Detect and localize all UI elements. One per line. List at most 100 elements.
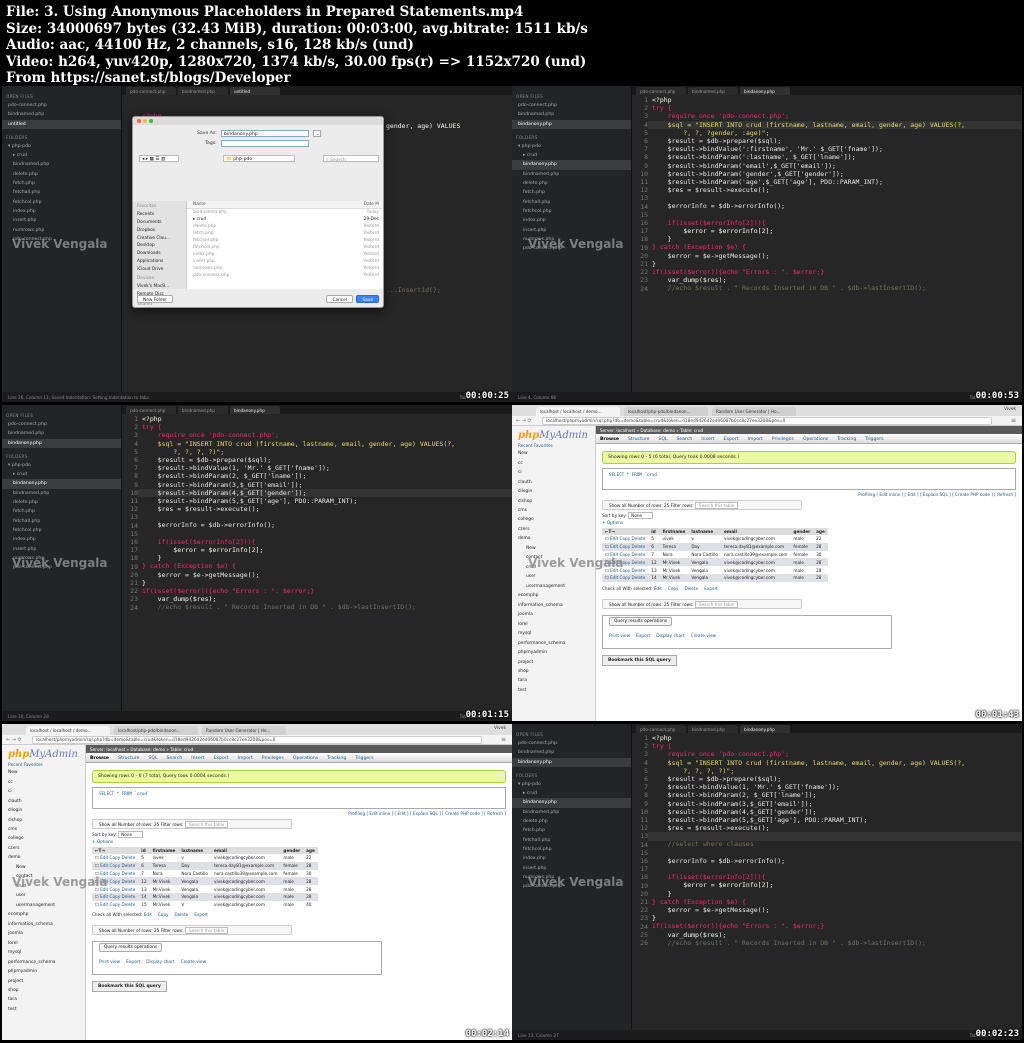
file-row[interactable]: delete.php Yesterd: [187, 223, 383, 230]
browser-tab[interactable]: localhost / localhost / demo...: [26, 726, 110, 735]
query-op[interactable]: Create view: [181, 960, 207, 965]
rows-select[interactable]: 25: [154, 928, 159, 933]
save-button[interactable]: Save: [356, 295, 379, 303]
folder-crud[interactable]: ▸ crud: [2, 470, 121, 479]
table-item[interactable]: user: [512, 572, 595, 581]
database-item[interactable]: clauth: [512, 477, 595, 486]
tree-file[interactable]: fetchcol.php: [2, 198, 121, 207]
tab-import[interactable]: Import: [238, 756, 253, 761]
edit-link[interactable]: Edit: [100, 894, 108, 899]
bulk-copy[interactable]: Copy: [158, 912, 169, 917]
tab-search[interactable]: Search: [677, 437, 693, 442]
tree-file[interactable]: index.php: [512, 216, 631, 225]
query-op[interactable]: Create view: [691, 634, 717, 639]
favorite-item[interactable]: Downloads: [133, 250, 186, 258]
tab-triggers[interactable]: Triggers: [865, 437, 883, 442]
profiling-links[interactable]: Profiling [ Edit inline ] [ Edit ] [ Exp…: [92, 811, 506, 816]
editor-tab[interactable]: pdo-connect.php: [636, 725, 686, 733]
database-item[interactable]: cllogin: [2, 806, 85, 815]
editor-tab[interactable]: pdo-connect.php: [636, 87, 686, 95]
edit-link[interactable]: Edit: [610, 536, 618, 541]
query-op[interactable]: Print view: [99, 960, 120, 965]
show-all-checkbox[interactable]: Show all: [99, 822, 117, 827]
show-all-checkbox[interactable]: Show all: [609, 503, 627, 508]
folder-crud[interactable]: ▸ crud: [2, 151, 121, 160]
copy-link[interactable]: Copy: [110, 902, 121, 907]
tree-file[interactable]: bindnamed.php: [2, 489, 121, 498]
bookmark-button[interactable]: Bookmark this SQL query: [602, 654, 677, 666]
folder-crud[interactable]: ▸ crud: [512, 151, 631, 160]
tab-insert[interactable]: Insert: [191, 756, 204, 761]
tree-file[interactable]: bindnamed.php: [2, 160, 121, 169]
tree-file[interactable]: insert.php: [2, 545, 121, 554]
table-row[interactable]: ☐ Edit Copy Delete 6 Teresa Day teresa.day81…: [602, 542, 828, 551]
file-row[interactable]: numrows.php Yesterd: [187, 265, 383, 272]
browser-tab[interactable]: Random User Generator | Ho...: [202, 726, 286, 735]
file-row[interactable]: pdo-connect.php Yesterd: [187, 272, 383, 279]
tab-export[interactable]: Export: [213, 756, 228, 761]
save-as-input[interactable]: bindanony.php: [221, 130, 309, 137]
tree-file[interactable]: index.php: [2, 535, 121, 544]
file-row[interactable]: fetch.php Yesterd: [187, 230, 383, 237]
favorites-tab[interactable]: Favorites: [24, 762, 43, 767]
delete-link[interactable]: Delete: [632, 536, 646, 541]
bulk-delete[interactable]: Delete: [174, 912, 188, 917]
favorite-item[interactable]: Dropbox: [133, 226, 186, 234]
database-item[interactable]: tara: [2, 995, 85, 1004]
options-link[interactable]: + Options: [602, 520, 1016, 525]
database-item[interactable]: project: [2, 976, 85, 985]
tree-file[interactable]: fetchall.php: [2, 517, 121, 526]
bulk-export[interactable]: Export: [194, 912, 208, 917]
tab-browse[interactable]: Browse: [600, 437, 619, 442]
database-item[interactable]: czers: [512, 525, 595, 534]
copy-link[interactable]: Copy: [110, 871, 121, 876]
copy-link[interactable]: Copy: [110, 894, 121, 899]
delete-link[interactable]: Delete: [122, 855, 136, 860]
table-row[interactable]: ☐ Edit Copy Delete 7 Nora Nora Castillo nora…: [602, 550, 828, 559]
recent-tab[interactable]: Recent: [8, 762, 22, 767]
table-row[interactable]: ☐ Edit Copy Delete 14 Mr.Vivek Vengala vivek…: [92, 892, 318, 901]
tree-file[interactable]: bindnamed.php: [512, 808, 631, 817]
delete-link[interactable]: Delete: [122, 894, 136, 899]
recent-tab[interactable]: Recent: [518, 443, 532, 448]
database-item[interactable]: ci: [2, 787, 85, 796]
favorites-tab[interactable]: Favorites: [534, 443, 553, 448]
nav-buttons[interactable]: ← → ⟳: [516, 418, 532, 424]
database-item[interactable]: lorel: [2, 938, 85, 947]
database-item[interactable]: mysql: [512, 629, 595, 638]
code-area[interactable]: <?php try { require_once 'pdo-connect.php…: [652, 96, 1022, 293]
database-item[interactable]: clauth: [2, 796, 85, 805]
code-area[interactable]: <?php try { require_once 'pdo-connect.php…: [652, 734, 1022, 947]
table-item[interactable]: New: [2, 863, 85, 872]
tree-file[interactable]: insert.php: [512, 864, 631, 873]
tree-file[interactable]: delete.php: [512, 179, 631, 188]
device-item[interactable]: Vivek's MacB...: [133, 283, 186, 291]
location-popup[interactable]: 📁 php-pdo: [223, 155, 295, 162]
column-header[interactable]: firstname: [149, 847, 179, 854]
rows-select[interactable]: 25: [154, 822, 159, 827]
browser-tab[interactable]: Random User Generator | Ho...: [712, 407, 796, 416]
tab-search[interactable]: Search: [167, 756, 183, 761]
file-row[interactable]: bindnamed.php Today: [187, 209, 383, 216]
browser-tab[interactable]: localhost/php-pdo/bindanon...: [624, 407, 708, 416]
open-file-item[interactable]: pdo-connect.php: [512, 739, 631, 748]
table-row[interactable]: ☐ Edit Copy Delete 12 Mr.Vivek Vengala vivek…: [602, 558, 828, 567]
delete-link[interactable]: Delete: [632, 560, 646, 565]
folder-php-pdo[interactable]: ▾ php-pdo: [512, 780, 631, 789]
table-row[interactable]: ☐ Edit Copy Delete 7 Nora Nora Castillo nora…: [92, 869, 318, 878]
url-field[interactable]: localhost/phpmyadmin/sql.php?db=demo&tab…: [542, 417, 992, 425]
delete-link[interactable]: Delete: [122, 902, 136, 907]
editor-tab-active[interactable]: bindanony.php: [740, 87, 790, 95]
view-toggle[interactable]: ◂ ▸ ▦ ☰ ▥: [139, 155, 179, 162]
tree-file[interactable]: fetchall.php: [512, 198, 631, 207]
database-item[interactable]: test: [2, 1005, 85, 1014]
tree-file[interactable]: insert.php: [512, 226, 631, 235]
sort-select[interactable]: None: [628, 512, 654, 519]
database-item[interactable]: performance_schema: [512, 638, 595, 647]
open-file-item[interactable]: bindnamed.php: [2, 429, 121, 438]
tree-file[interactable]: delete.php: [512, 817, 631, 826]
database-item[interactable]: New: [2, 768, 85, 777]
tree-file[interactable]: index.php: [2, 207, 121, 216]
editor-tab[interactable]: pdo-connect.php: [126, 406, 176, 414]
browser-tab[interactable]: localhost / localhost / demo...: [536, 407, 620, 416]
